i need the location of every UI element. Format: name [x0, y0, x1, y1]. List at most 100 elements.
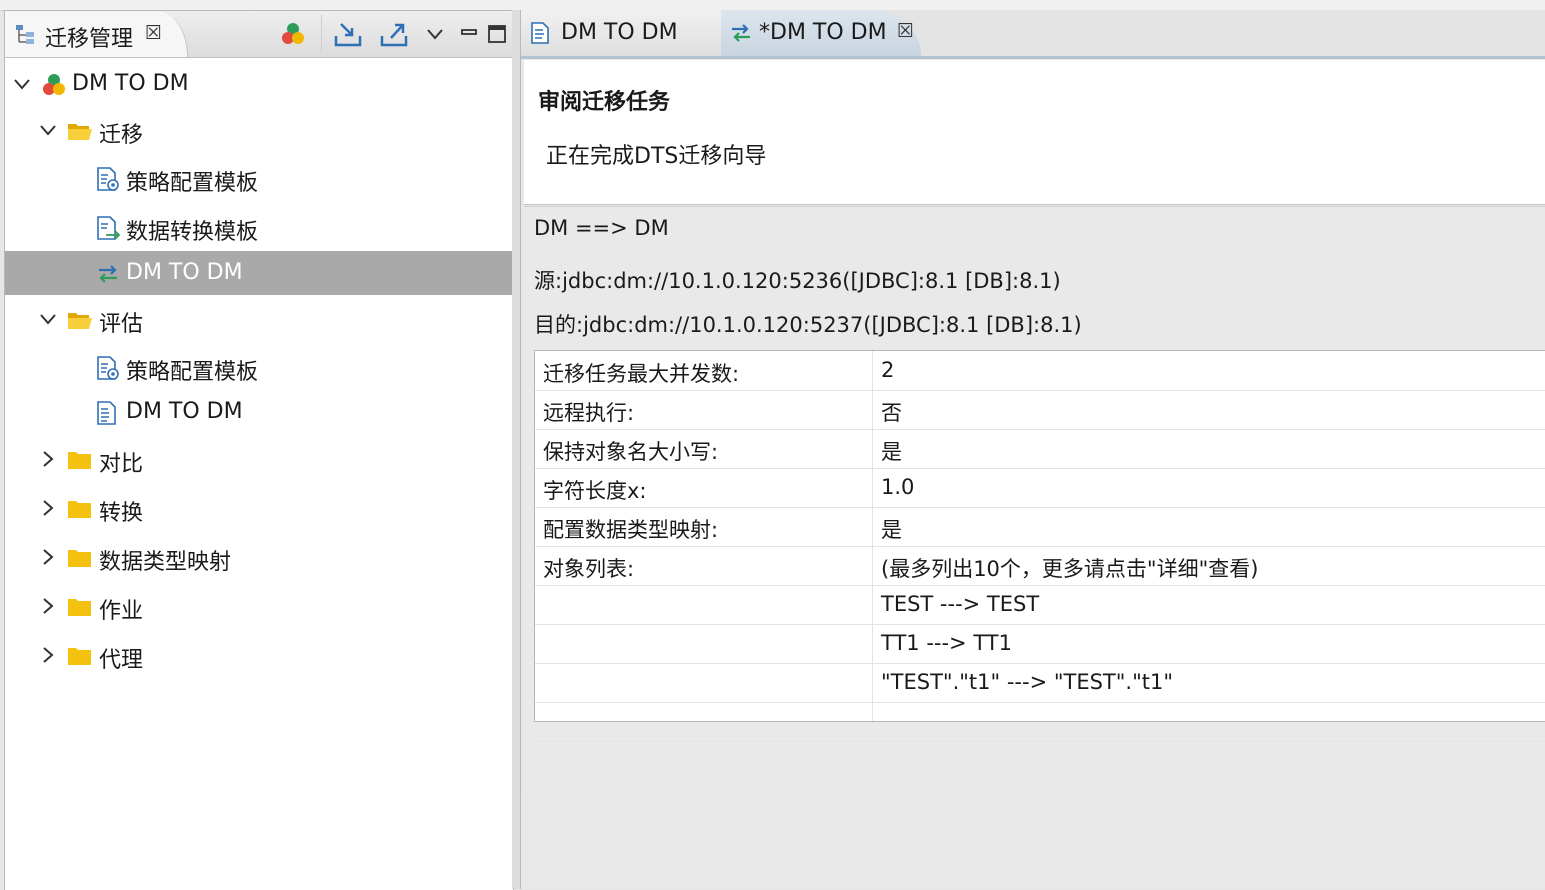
- property-value: 2: [881, 358, 895, 382]
- view-tab-label: 迁移管理: [45, 27, 134, 52]
- page-description: 正在完成DTS迁移向导: [546, 144, 767, 169]
- tree-item-data-convert-template[interactable]: 数据转换模板: [5, 205, 513, 249]
- tree-item-type-mapping-folder[interactable]: 数据类型映射: [5, 535, 513, 579]
- toolbar-separator: [321, 15, 322, 53]
- property-value: 是: [881, 440, 902, 464]
- tree-item-label: 评估: [99, 312, 144, 337]
- property-key: 对象列表:: [543, 557, 635, 581]
- tab-label: DM TO DM: [561, 20, 678, 45]
- chevron-down-icon[interactable]: [39, 310, 57, 328]
- direction-text: DM ==> DM: [534, 216, 669, 240]
- export-icon: [380, 23, 408, 47]
- property-key: 远程执行:: [543, 401, 635, 425]
- strategy-template-icon: [97, 356, 119, 380]
- property-key: 配置数据类型映射:: [543, 518, 719, 542]
- tree-item-assess-folder[interactable]: 评估: [5, 297, 513, 341]
- tree-item-label: 策略配置模板: [126, 360, 259, 385]
- table-row[interactable]: TEST ---> TEST: [535, 585, 1545, 625]
- tree-item-project[interactable]: DM TO DM: [5, 62, 513, 106]
- tree-item-label: DM TO DM: [126, 260, 243, 285]
- chevron-right-icon[interactable]: [39, 450, 57, 468]
- property-value: TT1 ---> TT1: [881, 631, 1012, 655]
- folder-icon: [68, 501, 91, 518]
- import-icon: [334, 23, 362, 47]
- tree-item-label: 数据类型映射: [99, 550, 232, 575]
- maximize-button[interactable]: [483, 19, 511, 49]
- open-folder-icon: [68, 313, 92, 329]
- chevron-right-icon[interactable]: [39, 646, 57, 664]
- tree-item-migrate-folder[interactable]: 迁移: [5, 108, 513, 152]
- migrate-task-icon: [732, 24, 750, 42]
- table-row[interactable]: 远程执行: 否: [535, 390, 1545, 430]
- project-icon: [282, 23, 304, 44]
- chevron-right-icon[interactable]: [39, 548, 57, 566]
- view-menu-button[interactable]: [421, 19, 449, 49]
- source-connection-text: 源:jdbc:dm://10.1.0.120:5236([JDBC]:8.1 […: [534, 269, 1061, 293]
- document-icon: [531, 22, 549, 44]
- tree-item-label: DM TO DM: [126, 399, 243, 424]
- chevron-down-icon[interactable]: [39, 121, 57, 139]
- chevron-down-icon[interactable]: [13, 75, 31, 93]
- convert-template-icon: [97, 216, 121, 240]
- property-value: 否: [881, 401, 902, 425]
- chevron-right-icon[interactable]: [39, 597, 57, 615]
- minimize-button[interactable]: [455, 19, 483, 49]
- tree-item-compare-folder[interactable]: 对比: [5, 437, 513, 481]
- view-menu-icon: [427, 29, 443, 40]
- tree-item-label: 作业: [99, 599, 144, 624]
- target-connection-text: 目的:jdbc:dm://10.1.0.120:5237([JDBC]:8.1 …: [534, 313, 1082, 337]
- tree-item-transform-folder[interactable]: 转换: [5, 486, 513, 530]
- table-row[interactable]: 字符长度x: 1.0: [535, 468, 1545, 508]
- maximize-icon: [488, 25, 506, 43]
- project-icon: [43, 74, 65, 95]
- tree-item-label: 转换: [99, 501, 144, 526]
- page-title: 审阅迁移任务: [538, 90, 671, 115]
- table-row[interactable]: 保持对象名大小写: 是: [535, 429, 1545, 469]
- migrate-task-icon: [99, 265, 117, 283]
- table-row[interactable]: TT1 ---> TT1: [535, 624, 1545, 664]
- editor-tabbar: DM TO DM *DM TO DM ☒: [521, 10, 1545, 59]
- wizard-page-header: 审阅迁移任务 正在完成DTS迁移向导: [524, 60, 1545, 205]
- tab-dm-to-dm[interactable]: DM TO DM: [521, 10, 722, 56]
- property-value: 1.0: [881, 475, 915, 499]
- property-key: 迁移任务最大并发数:: [543, 362, 740, 386]
- table-row[interactable]: 对象列表: (最多列出10个，更多请点击"详细"查看): [535, 546, 1545, 586]
- tab-dm-to-dm-active[interactable]: *DM TO DM ☒: [721, 10, 921, 56]
- tree-item-label: 迁移: [99, 123, 144, 148]
- import-button[interactable]: [331, 19, 365, 49]
- chevron-right-icon[interactable]: [39, 499, 57, 517]
- tree-item-migrate-strategy-template[interactable]: 策略配置模板: [5, 156, 513, 200]
- table-row[interactable]: 配置数据类型映射: 是: [535, 507, 1545, 547]
- view-tabbar: 迁移管理 ☒: [5, 11, 513, 58]
- property-value: 是: [881, 518, 902, 542]
- property-value: TEST ---> TEST: [881, 592, 1040, 616]
- property-value: (最多列出10个，更多请点击"详细"查看): [881, 557, 1259, 581]
- open-folder-icon: [68, 124, 92, 140]
- table-row[interactable]: [535, 702, 1545, 742]
- tree-item-label: 对比: [99, 452, 144, 477]
- tab-migration-management[interactable]: 迁移管理 ☒: [5, 11, 188, 57]
- tree-item-label: 代理: [99, 648, 144, 673]
- tree-item-assess-task[interactable]: DM TO DM: [5, 390, 513, 434]
- close-icon[interactable]: ☒: [145, 22, 162, 44]
- export-button[interactable]: [377, 19, 411, 49]
- editor-lower-area: [524, 797, 1545, 889]
- table-row[interactable]: 迁移任务最大并发数: 2: [535, 351, 1545, 391]
- panel-splitter[interactable]: [512, 10, 520, 889]
- property-value: "TEST"."t1" ---> "TEST"."t1": [881, 670, 1174, 694]
- tree-item-agent-folder[interactable]: 代理: [5, 633, 513, 677]
- tree-item-job-folder[interactable]: 作业: [5, 584, 513, 628]
- tree-item-assess-strategy-template[interactable]: 策略配置模板: [5, 345, 513, 389]
- tree-item-label: DM TO DM: [72, 71, 189, 96]
- property-key: 字符长度x:: [543, 479, 647, 503]
- tab-label: *DM TO DM: [759, 20, 887, 45]
- table-row[interactable]: "TEST"."t1" ---> "TEST"."t1": [535, 663, 1545, 703]
- migration-management-view: 迁移管理 ☒ DM TO DM 迁移 策略配置模板 数据转换模板 DM TO D…: [4, 10, 514, 890]
- close-icon[interactable]: ☒: [897, 20, 914, 42]
- folder-icon: [68, 550, 91, 567]
- new-project-button[interactable]: [277, 19, 309, 49]
- editor-area: DM TO DM *DM TO DM ☒ 审阅迁移任务 正在完成DTS迁移向导 …: [520, 10, 1545, 889]
- tree-item-migrate-task-selected[interactable]: DM TO DM: [5, 251, 513, 295]
- tree-view-icon: [16, 25, 34, 44]
- tree-item-label: 数据转换模板: [126, 220, 259, 245]
